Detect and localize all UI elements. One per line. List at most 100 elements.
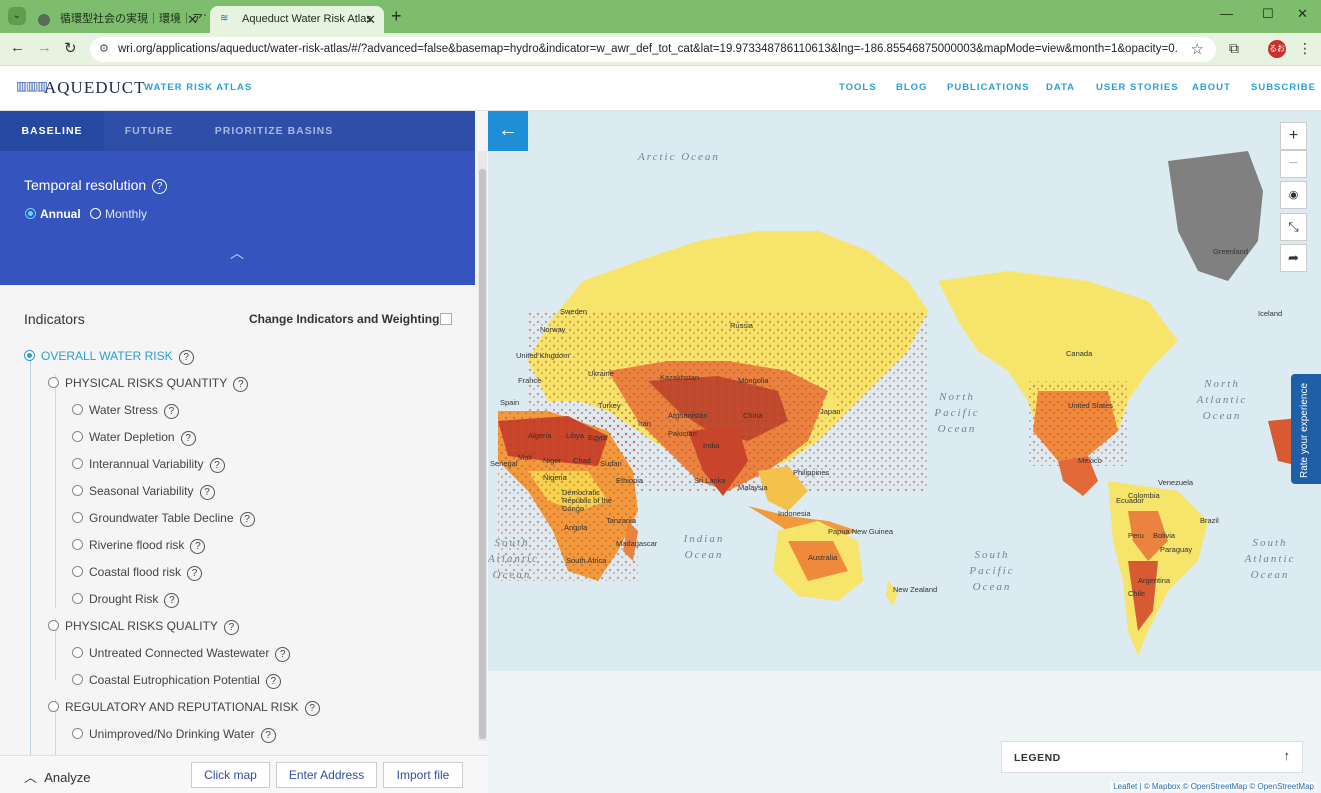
new-tab-icon[interactable]: + xyxy=(391,6,402,27)
radio-button-icon[interactable] xyxy=(72,404,83,415)
indicator-option[interactable]: Unimproved/No Drinking Water? xyxy=(72,727,276,743)
click-map-button[interactable]: Click map xyxy=(191,762,270,788)
indicator-option[interactable]: OVERALL WATER RISK? xyxy=(24,349,194,365)
browser-menu-icon[interactable]: ⋮ xyxy=(1298,40,1312,57)
panel-scrollbar[interactable] xyxy=(478,151,487,741)
minimize-icon[interactable]: — xyxy=(1220,6,1233,21)
radio-button-icon[interactable] xyxy=(72,566,83,577)
indicator-option[interactable]: Water Stress? xyxy=(72,403,179,419)
url-text[interactable]: wri.org/applications/aqueduct/water-risk… xyxy=(118,43,1178,55)
analyze-toggle[interactable]: ︿ Analyze xyxy=(24,767,91,786)
share-icon[interactable]: ➦ xyxy=(1280,244,1307,272)
legend-panel[interactable]: LEGEND ↑ xyxy=(1001,741,1303,773)
indicator-option[interactable]: Interannual Variability? xyxy=(72,457,225,473)
browser-tab-active[interactable]: ≋ Aqueduct Water Risk Atlas ✕ xyxy=(210,6,384,33)
close-tab-icon[interactable]: ✕ xyxy=(365,9,376,30)
tab-search-icon[interactable]: ⌄ xyxy=(8,7,26,25)
help-icon[interactable]: ? xyxy=(239,512,255,527)
help-icon[interactable]: ? xyxy=(209,458,225,473)
forward-arrow-icon[interactable]: → xyxy=(37,39,52,56)
indicator-option[interactable]: PHYSICAL RISKS QUALITY? xyxy=(48,619,239,635)
indicator-option[interactable]: Coastal Eutrophication Potential? xyxy=(72,673,281,689)
reload-icon[interactable]: ↻ xyxy=(64,39,77,57)
tab-future[interactable]: FUTURE xyxy=(104,111,194,151)
profile-avatar[interactable]: るお xyxy=(1268,40,1286,58)
indicator-option[interactable]: PHYSICAL RISKS QUANTITY? xyxy=(48,376,249,392)
tab-prioritize-basins[interactable]: PRIORITIZE BASINS xyxy=(194,111,354,151)
rate-experience-tab[interactable]: Rate your experience xyxy=(1291,374,1321,484)
aqueduct-logo-icon[interactable]: ▥▥▥ xyxy=(16,79,48,93)
back-arrow-icon[interactable]: ← xyxy=(10,39,25,56)
radio-annual[interactable]: Annual xyxy=(25,207,81,221)
fullscreen-icon[interactable]: ⤡ xyxy=(1280,213,1307,241)
nav-about[interactable]: ABOUT xyxy=(1192,82,1231,93)
indicator-option[interactable]: REGULATORY AND REPUTATIONAL RISK? xyxy=(48,700,320,716)
arrow-up-icon[interactable]: ↑ xyxy=(1284,748,1291,763)
scrollbar-thumb[interactable] xyxy=(479,169,486,739)
logo-text[interactable]: AQUEDUCT xyxy=(44,78,146,98)
import-file-button[interactable]: Import file xyxy=(383,762,463,788)
help-icon[interactable]: ? xyxy=(265,674,281,689)
collapse-panel-arrow-icon[interactable]: ← xyxy=(488,111,528,151)
chevron-up-icon[interactable]: ︿ xyxy=(230,243,244,263)
help-icon[interactable]: ? xyxy=(190,539,206,554)
radio-button-icon[interactable] xyxy=(72,458,83,469)
radio-button-icon[interactable] xyxy=(72,593,83,604)
radio-button-icon[interactable] xyxy=(48,620,59,631)
indicator-option[interactable]: Coastal flood risk? xyxy=(72,565,203,581)
help-icon[interactable]: ? xyxy=(233,377,249,392)
layers-icon[interactable]: ◉ xyxy=(1280,181,1307,209)
radio-button-icon[interactable] xyxy=(72,431,83,442)
help-icon[interactable]: ? xyxy=(164,593,180,608)
close-tab-icon[interactable]: ✕ xyxy=(187,9,198,30)
help-icon[interactable]: ? xyxy=(275,647,291,662)
nav-user-stories[interactable]: USER STORIES xyxy=(1096,82,1179,93)
radio-button-icon[interactable] xyxy=(48,701,59,712)
radio-monthly[interactable]: Monthly xyxy=(90,207,147,221)
zoom-in-button[interactable]: + xyxy=(1280,122,1307,150)
window-close-icon[interactable]: ✕ xyxy=(1297,6,1308,22)
nav-blog[interactable]: BLOG xyxy=(896,82,927,93)
indicator-option[interactable]: Groundwater Table Decline? xyxy=(72,511,255,527)
risk-map-svg[interactable] xyxy=(488,111,1321,793)
indicator-option[interactable]: Water Depletion? xyxy=(72,430,196,446)
zoom-out-button[interactable]: − xyxy=(1280,150,1307,178)
help-icon[interactable]: ? xyxy=(180,431,196,446)
radio-button-icon[interactable] xyxy=(48,377,59,388)
help-icon[interactable]: ? xyxy=(199,485,215,500)
indicator-option[interactable]: Drought Risk? xyxy=(72,592,180,608)
nav-tools[interactable]: TOOLS xyxy=(839,82,877,93)
change-indicators-checkbox[interactable] xyxy=(440,313,452,325)
help-icon[interactable]: ? xyxy=(260,728,276,743)
help-icon[interactable]: ? xyxy=(152,179,168,194)
nav-subscribe[interactable]: SUBSCRIBE xyxy=(1251,82,1316,93)
indicator-option[interactable]: Riverine flood risk? xyxy=(72,538,206,554)
help-icon[interactable]: ? xyxy=(223,620,239,635)
enter-address-button[interactable]: Enter Address xyxy=(276,762,377,788)
extensions-icon[interactable]: ⧉ xyxy=(1229,40,1239,57)
help-icon[interactable]: ? xyxy=(304,701,320,716)
radio-button-icon[interactable] xyxy=(72,728,83,739)
radio-button-icon[interactable] xyxy=(72,539,83,550)
radio-button-icon[interactable] xyxy=(72,674,83,685)
radio-button-icon[interactable] xyxy=(72,512,83,523)
nav-data[interactable]: DATA xyxy=(1046,82,1075,93)
maximize-icon[interactable]: ☐ xyxy=(1262,6,1274,22)
site-info-icon[interactable]: ⚙ xyxy=(99,42,109,55)
map-attribution[interactable]: Leaflet | © Mapbox © OpenStreetMap © Ope… xyxy=(1110,782,1317,791)
indicator-option[interactable]: Untreated Connected Wastewater? xyxy=(72,646,291,662)
address-bar[interactable]: ⚙ wri.org/applications/aqueduct/water-ri… xyxy=(90,37,1216,62)
tab-baseline[interactable]: BASELINE xyxy=(0,111,104,151)
radio-button-icon[interactable] xyxy=(72,647,83,658)
browser-tab-inactive[interactable]: 循環型社会の実現｜環境｜アマゾ ✕ xyxy=(28,6,206,33)
help-icon[interactable]: ? xyxy=(187,566,203,581)
map-canvas[interactable]: ← + − ◉ ⤡ ➦ Arctic Ocean North Pacific O… xyxy=(488,111,1321,793)
help-icon[interactable]: ? xyxy=(163,404,179,419)
help-icon[interactable]: ? xyxy=(178,350,194,365)
radio-button-icon[interactable] xyxy=(24,350,35,361)
nav-publications[interactable]: PUBLICATIONS xyxy=(947,82,1030,93)
change-indicators-label[interactable]: Change Indicators and Weightings xyxy=(249,312,446,326)
bookmark-star-icon[interactable]: ☆ xyxy=(1191,40,1204,58)
indicator-option[interactable]: Seasonal Variability? xyxy=(72,484,215,500)
radio-button-icon[interactable] xyxy=(72,485,83,496)
